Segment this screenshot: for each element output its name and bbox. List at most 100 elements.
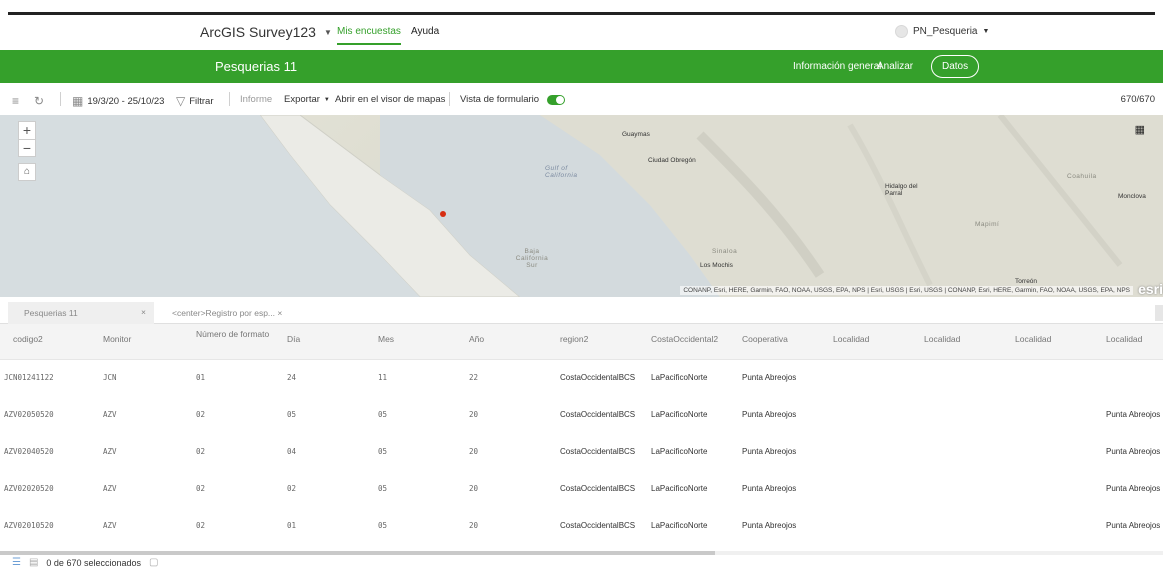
table-cell[interactable]: Punta Abreojos — [739, 508, 830, 545]
table-row[interactable]: AZV02300420AZV02300420CostaOccidentalBCS… — [0, 545, 1163, 546]
column-header[interactable]: codigo2 — [0, 324, 100, 359]
table-cell[interactable]: LaPacificoNorte — [648, 360, 739, 397]
table-cell[interactable]: JCN01241122 — [0, 360, 100, 397]
tab-analyze[interactable]: Analizar — [877, 61, 913, 72]
column-header[interactable]: Número de formato — [193, 324, 284, 359]
table-cell[interactable]: Punta Abreojos — [1103, 434, 1163, 471]
column-header[interactable]: Cooperativa — [739, 324, 830, 359]
menu-icon[interactable]: ≡ — [12, 94, 19, 108]
table-cell[interactable]: LaPacificoNorte — [648, 545, 739, 546]
table-cell[interactable] — [921, 397, 1012, 434]
column-header[interactable]: Localidad — [1103, 324, 1163, 359]
table-cell[interactable]: 02 — [284, 471, 375, 508]
table-row[interactable]: AZV02050520 AZV 02 05 05 20 CostaOccidentalBCS… — [0, 397, 1163, 434]
table-cell[interactable]: AZV — [100, 508, 193, 545]
table-row[interactable]: JCN01241122 JCN 01 24 11 22 CostaOccidentalBCS… — [0, 360, 1163, 397]
column-header[interactable]: Año — [466, 324, 557, 359]
open-map-viewer-button[interactable]: Abrir en el visor de mapas — [335, 94, 445, 105]
horizontal-scrollbar[interactable] — [0, 551, 1163, 555]
tab-data[interactable]: Datos — [931, 55, 980, 78]
table-cell[interactable]: CostaOccidentalBCS — [557, 397, 648, 434]
table-cell[interactable]: 20 — [466, 471, 557, 508]
column-header[interactable]: CostaOccidental2 — [648, 324, 739, 359]
table-cell[interactable] — [921, 508, 1012, 545]
survey-point-marker[interactable] — [440, 211, 446, 217]
tab-pesquerias[interactable]: Pesquerias 11 × — [8, 302, 154, 324]
table-cell[interactable]: 30 — [284, 545, 375, 546]
table-cell[interactable]: Punta Abreojos — [739, 434, 830, 471]
date-range-button[interactable]: ▦ 19/3/20 - 25/10/23 — [72, 94, 164, 108]
table-cell[interactable] — [1012, 471, 1103, 508]
app-switcher[interactable]: ArcGIS Survey123 ▼ — [200, 24, 332, 40]
table-row[interactable]: AZV02010520 AZV 02 01 05 20 CostaOccidentalBCS… — [0, 508, 1163, 545]
table-cell[interactable]: LaPacificoNorte — [648, 434, 739, 471]
list-view-icon[interactable]: ☰ — [12, 557, 21, 567]
table-cell[interactable]: Punta Abreojos — [739, 471, 830, 508]
table-cell[interactable]: 05 — [375, 471, 466, 508]
table-cell[interactable]: CostaOccidentalBCS — [557, 508, 648, 545]
map-view[interactable]: + − ⌂ ▦ Guaymas Ciudad Obregón Gulf of C… — [0, 115, 1163, 297]
table-cell[interactable]: 05 — [375, 508, 466, 545]
table-cell[interactable]: LaPacificoNorte — [648, 508, 739, 545]
table-cell[interactable] — [830, 471, 921, 508]
table-cell[interactable]: AZV02010520 — [0, 508, 100, 545]
zoom-out-button[interactable]: − — [19, 139, 35, 156]
table-cell[interactable] — [1012, 508, 1103, 545]
table-cell[interactable]: 20 — [466, 508, 557, 545]
form-view-toggle[interactable]: Vista de formulario — [460, 94, 566, 105]
table-cell[interactable]: Punta Abreojos — [1103, 471, 1163, 508]
column-header[interactable]: region2 — [557, 324, 648, 359]
column-header[interactable]: Monitor — [100, 324, 193, 359]
table-cell[interactable]: CostaOccidentalBCS — [557, 545, 648, 546]
table-cell[interactable]: AZV — [100, 471, 193, 508]
table-cell[interactable] — [1103, 360, 1163, 397]
scrollbar-thumb[interactable] — [0, 551, 715, 555]
table-cell[interactable]: 04 — [375, 545, 466, 546]
table-cell[interactable] — [1012, 397, 1103, 434]
table-cell[interactable] — [1012, 434, 1103, 471]
table-cell[interactable]: AZV — [100, 545, 193, 546]
close-icon[interactable]: × — [277, 308, 282, 318]
table-cell[interactable]: 02 — [193, 434, 284, 471]
table-cell[interactable] — [830, 360, 921, 397]
table-cell[interactable]: 20 — [466, 545, 557, 546]
toggle-switch[interactable] — [547, 94, 566, 105]
table-cell[interactable] — [921, 471, 1012, 508]
table-cell[interactable]: 02 — [193, 545, 284, 546]
table-cell[interactable]: CostaOccidentalBCS — [557, 360, 648, 397]
table-cell[interactable] — [830, 397, 921, 434]
table-cell[interactable]: JCN — [100, 360, 193, 397]
table-cell[interactable] — [1012, 545, 1103, 546]
column-header[interactable]: Localidad — [830, 324, 921, 359]
table-cell[interactable]: 05 — [375, 434, 466, 471]
column-header[interactable]: Localidad — [921, 324, 1012, 359]
table-cell[interactable] — [830, 508, 921, 545]
table-cell[interactable]: 24 — [284, 360, 375, 397]
table-cell[interactable]: 22 — [466, 360, 557, 397]
report-button[interactable]: Informe — [240, 94, 272, 105]
home-button[interactable]: ⌂ — [18, 163, 36, 181]
tab-scroll-handle[interactable] — [1155, 305, 1163, 321]
table-cell[interactable] — [921, 434, 1012, 471]
zoom-in-button[interactable]: + — [19, 122, 35, 139]
nav-my-surveys[interactable]: Mis encuestas — [337, 26, 401, 45]
filter-button[interactable]: ▽ Filtrar — [176, 94, 214, 108]
table-cell[interactable]: LaPacificoNorte — [648, 397, 739, 434]
table-cell[interactable]: 04 — [284, 434, 375, 471]
table-cell[interactable]: Punta Abreojos — [1103, 508, 1163, 545]
table-cell[interactable]: 02 — [193, 471, 284, 508]
select-all-icon[interactable]: ▢ — [149, 557, 158, 567]
table-cell[interactable]: LaPacificoNorte — [648, 471, 739, 508]
table-row[interactable]: AZV02040520 AZV 02 04 05 20 CostaOccidentalBCS… — [0, 434, 1163, 471]
table-cell[interactable]: AZV02050520 — [0, 397, 100, 434]
table-cell[interactable]: 20 — [466, 434, 557, 471]
column-header[interactable]: Mes — [375, 324, 466, 359]
table-cell[interactable]: 02 — [193, 508, 284, 545]
export-button[interactable]: Exportar ▼ — [284, 94, 330, 105]
table-cell[interactable]: Punta Abreojos — [739, 545, 830, 546]
table-cell[interactable]: AZV02040520 — [0, 434, 100, 471]
column-header[interactable]: Localidad — [1012, 324, 1103, 359]
table-cell[interactable]: 02 — [193, 397, 284, 434]
card-view-icon[interactable]: ▤ — [29, 557, 38, 567]
table-cell[interactable] — [921, 360, 1012, 397]
